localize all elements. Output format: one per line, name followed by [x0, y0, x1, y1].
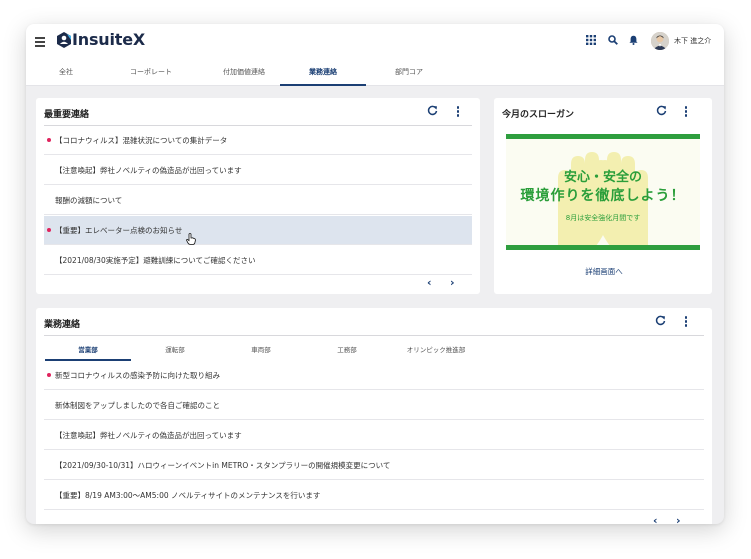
- hand-cursor-icon: [186, 233, 196, 245]
- list-item-highlighted[interactable]: 【重要】エレベーター点検のお知らせ: [44, 216, 472, 245]
- logo-icon: [57, 32, 71, 48]
- item-text: 【重要】8/19 AM3:00〜AM5:00 ノベルティサイトのメンテナンスを行…: [55, 491, 321, 500]
- list-item[interactable]: 報酬の減額について: [44, 186, 472, 215]
- tab-department-core[interactable]: 部門コア: [376, 62, 442, 86]
- next-page-button[interactable]: ›: [450, 276, 455, 289]
- more-icon[interactable]: [456, 106, 460, 118]
- item-text: 【2021/09/30-10/31】ハロウィーンイベントin METRO・スタン…: [55, 461, 391, 470]
- refresh-icon[interactable]: [656, 105, 667, 116]
- slogan-line-1: 安心・安全の: [563, 170, 642, 185]
- main-tabs: 全社 コーポレート 付加価値連絡 業務連絡 部門コア: [26, 62, 724, 86]
- slogan-line-2: 環境作りを徹底しよう！: [520, 188, 686, 204]
- list-item[interactable]: 【2021/09/30-10/31】ハロウィーンイベントin METRO・スタン…: [44, 451, 704, 480]
- item-text: 新型コロナウィルスの感染予防に向けた取り組み: [55, 371, 220, 380]
- hamburger-icon[interactable]: [35, 37, 45, 47]
- list-item[interactable]: 【コロナウィルス】混雑状況についての集計データ: [44, 126, 472, 155]
- more-icon[interactable]: [684, 106, 688, 118]
- refresh-icon[interactable]: [655, 315, 666, 326]
- item-text: 報酬の減額について: [55, 196, 123, 205]
- refresh-icon[interactable]: [427, 105, 438, 116]
- next-page-button[interactable]: ›: [676, 514, 681, 524]
- item-text: 【2021/08/30実施予定】避難訓練についてご確認ください: [55, 256, 256, 265]
- slogan-line-3: 8月は安全強化月間です: [565, 214, 641, 222]
- list-item[interactable]: 【2021/08/30実施予定】避難訓練についてご確認ください: [44, 246, 472, 275]
- business-title: 業務連絡: [44, 320, 81, 330]
- important-card: 最重要連絡 【コロナウィルス】混雑状況についての集計データ 【注意喚起】弊社ノベ…: [36, 98, 480, 294]
- item-text: 【重要】エレベーター点検のお知らせ: [55, 226, 183, 235]
- subtab-olympics[interactable]: オリンピック推進部: [388, 343, 484, 361]
- search-icon[interactable]: [608, 35, 618, 45]
- top-bar: InsuiteX 木下 進之介 全社 コーポレート 付加価値連絡 業務連絡 部門…: [26, 24, 724, 86]
- list-item[interactable]: 【重要】8/19 AM3:00〜AM5:00 ノベルティサイトのメンテナンスを行…: [44, 481, 704, 510]
- unread-dot: [47, 138, 51, 142]
- slogan-bottom-bar: [506, 245, 700, 250]
- unread-dot: [47, 373, 51, 377]
- user-name[interactable]: 木下 進之介: [674, 36, 711, 46]
- important-title: 最重要連絡: [44, 110, 90, 120]
- slogan-banner[interactable]: 安心・安全の 環境作りを徹底しよう！ 8月は安全強化月間です: [506, 134, 700, 250]
- subtab-vehicles[interactable]: 車両部: [228, 343, 294, 361]
- tab-value-added[interactable]: 付加価値連絡: [204, 62, 284, 86]
- divider: [44, 335, 704, 336]
- item-text: 【注意喚起】弊社ノベルティの偽造品が出回っています: [55, 166, 242, 175]
- tab-company[interactable]: 全社: [46, 62, 86, 86]
- list-item[interactable]: 新型コロナウィルスの感染予防に向けた取り組み: [44, 361, 704, 390]
- prev-page-button[interactable]: ‹: [427, 276, 432, 289]
- more-icon[interactable]: [684, 316, 688, 328]
- unread-dot: [47, 228, 51, 232]
- item-text: 【注意喚起】弊社ノベルティの偽造品が出回っています: [55, 431, 242, 440]
- detail-link[interactable]: 詳細画面へ: [494, 266, 714, 277]
- business-card: 業務連絡 営業部 運転部 車両部 工務部 オリンピック推進部 新型コロナウィルス…: [36, 308, 712, 524]
- subtab-sales[interactable]: 営業部: [45, 343, 131, 361]
- subtab-engineering[interactable]: 工務部: [314, 343, 380, 361]
- list-item[interactable]: 【注意喚起】弊社ノベルティの偽造品が出回っています: [44, 421, 704, 450]
- apps-grid-icon[interactable]: [586, 35, 596, 45]
- tab-corporate[interactable]: コーポレート: [116, 62, 186, 86]
- slogan-title: 今月のスローガン: [502, 110, 575, 120]
- avatar[interactable]: [651, 32, 669, 50]
- list-item[interactable]: 新体制図をアップしましたので各自ご確認のこと: [44, 391, 704, 420]
- subtab-operations[interactable]: 運転部: [142, 343, 208, 361]
- brand-name: InsuiteX: [72, 30, 145, 49]
- list-item[interactable]: 【注意喚起】弊社ノベルティの偽造品が出回っています: [44, 156, 472, 185]
- slogan-card: 今月のスローガン 安心・安全の 環境作りを徹底しよう！ 8月は安全強化月間です …: [494, 98, 712, 294]
- prev-page-button[interactable]: ‹: [653, 514, 658, 524]
- tab-business[interactable]: 業務連絡: [280, 62, 366, 86]
- app-window: InsuiteX 木下 進之介 全社 コーポレート 付加価値連絡 業務連絡 部門…: [26, 24, 724, 524]
- item-text: 【コロナウィルス】混雑状況についての集計データ: [55, 136, 228, 145]
- bell-icon[interactable]: [629, 35, 638, 45]
- item-text: 新体制図をアップしましたので各自ご確認のこと: [55, 401, 220, 410]
